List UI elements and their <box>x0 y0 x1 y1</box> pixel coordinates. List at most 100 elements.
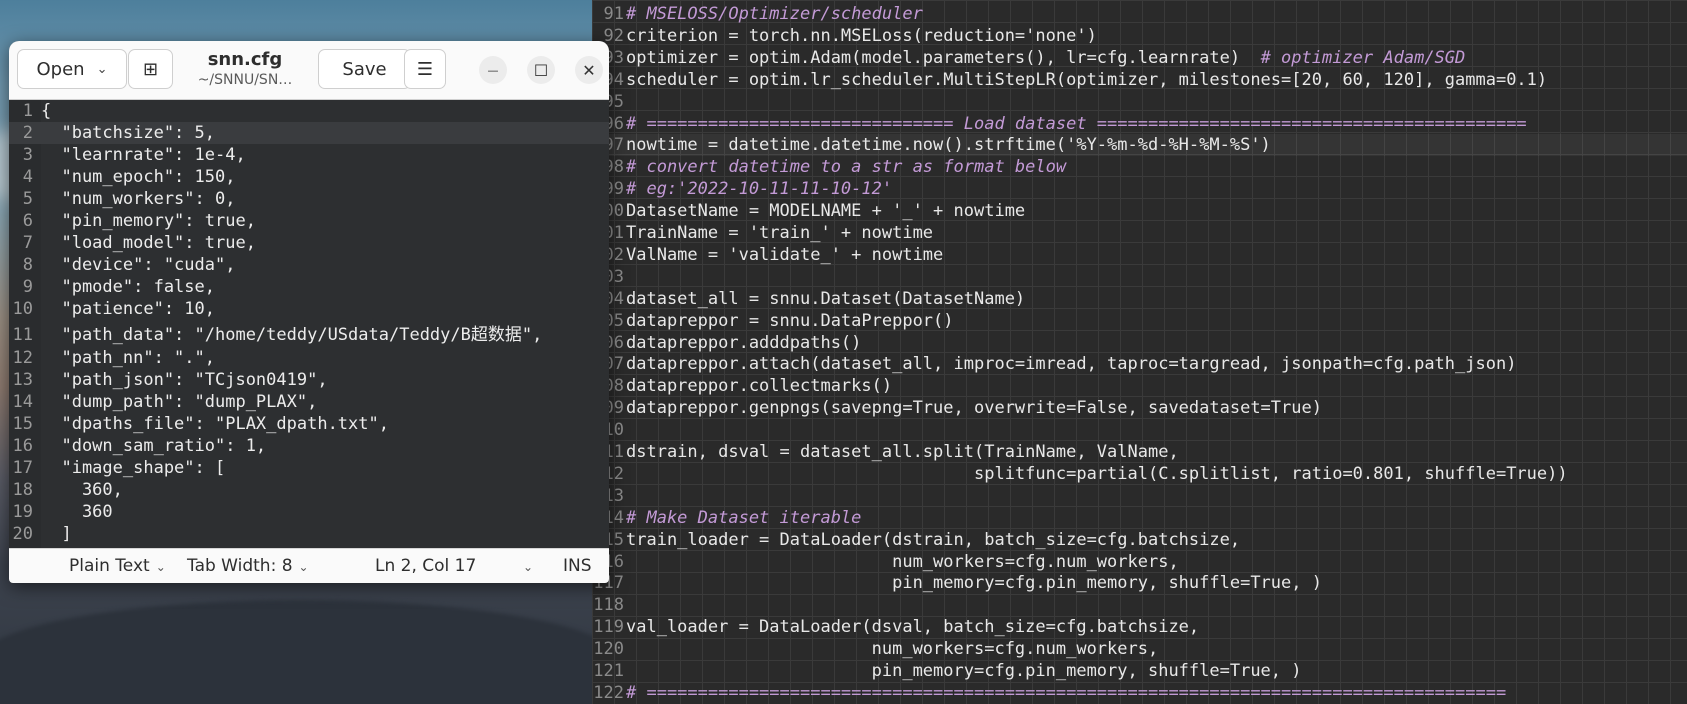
code-line[interactable]: 120 num_workers=cfg.num_workers, <box>592 638 1687 660</box>
editor-line[interactable]: 16 "down_sam_ratio": 1, <box>9 435 609 457</box>
minimize-icon: — <box>487 63 499 77</box>
line-number: 118 <box>593 595 624 616</box>
code-text: dataset_all = snnu.Dataset(DatasetName) <box>626 288 1026 309</box>
code-text: num_workers=cfg.num_workers, <box>626 639 1159 660</box>
code-text: optimizer = optim.Adam(model.parameters(… <box>626 47 1465 69</box>
code-line[interactable]: 119 val_loader = DataLoader(dsval, batch_… <box>592 616 1687 638</box>
line-number: 4 <box>22 167 33 187</box>
code-line[interactable]: 112 splitfunc=partial(C.splitlist, ratio… <box>592 463 1687 485</box>
code-line[interactable]: 118 <box>592 594 1687 616</box>
line-number: 120 <box>593 639 624 660</box>
line-number: 3 <box>22 145 33 165</box>
position-dropdown[interactable]: ⌄ <box>517 556 533 577</box>
tab-width-selector[interactable]: Tab Width: 8 ⌄ <box>187 556 309 577</box>
code-text: pin_memory=cfg.pin_memory, shuffle=True,… <box>626 573 1322 594</box>
language-selector[interactable]: Plain Text ⌄ <box>69 556 166 577</box>
line-number: 13 <box>12 370 33 390</box>
cursor-position[interactable]: Ln 2, Col 17 <box>375 556 476 576</box>
minimize-button[interactable]: — <box>479 56 507 84</box>
editor-line[interactable]: 7 "load_model": true, <box>9 232 609 254</box>
code-line[interactable]: 108datapreppor.collectmarks() <box>592 375 1687 397</box>
code-text: datapreppor.collectmarks() <box>626 376 893 397</box>
close-icon: ✕ <box>582 60 596 80</box>
code-line[interactable]: 102ValName = 'validate_' + nowtime <box>592 244 1687 266</box>
code-editor-background[interactable]: 91 # MSELOSS/Optimizer/scheduler 92 criteri… <box>592 0 1687 704</box>
code-line[interactable]: 96 # ============================== Load … <box>592 113 1687 135</box>
editor-line[interactable]: 19 360 <box>9 501 609 523</box>
editor-line[interactable]: 15 "dpaths_file": "PLAX_dpath.txt", <box>9 413 609 435</box>
file-path: ~/SNNU/SN… <box>197 72 293 88</box>
code-text: datapreppor.attach(dataset_all, improc=i… <box>626 354 1517 375</box>
code-line[interactable]: 105datapreppor = snnu.DataPreppor() <box>592 310 1687 332</box>
code-line[interactable]: 121 pin_memory=cfg.pin_memory, shuffle=T… <box>592 660 1687 682</box>
code-line[interactable]: 100DatasetName = MODELNAME + '_' + nowti… <box>592 200 1687 222</box>
tab-width-label: Tab Width: 8 <box>187 556 293 576</box>
line-text: 360, <box>41 480 123 500</box>
chevron-down-icon: ⌄ <box>155 560 166 574</box>
code-line[interactable]: 117 pin_memory=cfg.pin_memory, shuffle=T… <box>592 572 1687 594</box>
code-line[interactable]: 111dstrain, dsval = dataset_all.split(Tr… <box>592 441 1687 463</box>
editor-line[interactable]: 20 ] <box>9 523 609 545</box>
line-number: 1 <box>22 101 33 121</box>
code-line[interactable]: 91 # MSELOSS/Optimizer/scheduler <box>592 3 1687 25</box>
editor-line[interactable]: 1{ <box>9 100 609 122</box>
editor-line[interactable]: 18 360, <box>9 479 609 501</box>
editor-line[interactable]: 14 "dump_path": "dump_PLAX", <box>9 391 609 413</box>
code-line[interactable]: 95 <box>592 91 1687 113</box>
code-line[interactable]: 101TrainName = 'train_' + nowtime <box>592 222 1687 244</box>
editor-line[interactable]: 2 "batchsize": 5, <box>9 122 609 144</box>
save-button[interactable]: Save <box>318 49 411 89</box>
editor-line[interactable]: 17 "image_shape": [ <box>9 457 609 479</box>
text-area[interactable]: 1{2 "batchsize": 5, 3 "learnrate": 1e-4, 4… <box>9 100 609 548</box>
maximize-icon: ☐ <box>533 60 549 80</box>
open-button[interactable]: Open ⌄ <box>17 49 127 89</box>
hamburger-menu-button[interactable]: ☰ <box>404 49 446 89</box>
insert-mode[interactable]: INS <box>563 556 592 576</box>
code-line[interactable]: 99 # eg:'2022-10-11-11-10-12' <box>592 178 1687 200</box>
line-number: 15 <box>12 414 33 434</box>
editor-line[interactable]: 5 "num_workers": 0, <box>9 188 609 210</box>
line-number: 17 <box>12 458 33 478</box>
line-number: 122 <box>593 682 624 703</box>
code-line[interactable]: 109datapreppor.genpngs(savepng=True, ove… <box>592 397 1687 419</box>
code-line[interactable]: 107datapreppor.attach(dataset_all, impro… <box>592 353 1687 375</box>
line-number: 8 <box>22 255 33 275</box>
line-text: "load_model": true, <box>41 233 256 253</box>
editor-line[interactable]: 12 "path_nn": ".", <box>9 347 609 369</box>
inline-comment: # optimizer Adam/SGD <box>1260 47 1466 68</box>
editor-line[interactable]: 6 "pin_memory": true, <box>9 210 609 232</box>
code-line[interactable]: 113 <box>592 485 1687 507</box>
code-line[interactable]: 92 criterion = torch.nn.MSELoss(reduction… <box>592 25 1687 47</box>
line-number: 5 <box>22 189 33 209</box>
line-number: 12 <box>12 348 33 368</box>
line-number: 20 <box>12 524 33 544</box>
editor-line[interactable]: 13 "path_json": "TCjson0419", <box>9 369 609 391</box>
code-text: # ============================== Load da… <box>626 113 1527 134</box>
new-tab-button[interactable]: ⊞ <box>128 49 173 89</box>
line-text: "image_shape": [ <box>41 458 226 478</box>
editor-line[interactable]: 9 "pmode": false, <box>9 276 609 298</box>
code-line[interactable]: 110 <box>592 419 1687 441</box>
code-line[interactable]: 93 optimizer = optim.Adam(model.parameter… <box>592 47 1687 69</box>
maximize-button[interactable]: ☐ <box>527 56 555 84</box>
code-line[interactable]: 114# Make Dataset iterable <box>592 507 1687 529</box>
line-text: "device": "cuda", <box>41 255 236 275</box>
code-line[interactable]: 116 num_workers=cfg.num_workers, <box>592 551 1687 573</box>
chevron-down-icon: ⌄ <box>523 560 534 574</box>
code-line[interactable]: 97 nowtime = datetime.datetime.now().strf… <box>592 134 1687 157</box>
code-line[interactable]: 94 scheduler = optim.lr_scheduler.MultiSt… <box>592 69 1687 91</box>
line-number: 121 <box>593 661 624 681</box>
editor-line[interactable]: 10 "patience": 10, <box>9 298 609 320</box>
editor-line[interactable]: 8 "device": "cuda", <box>9 254 609 276</box>
editor-line[interactable]: 11 "path_data": "/home/teddy/USdata/Tedd… <box>9 324 609 346</box>
close-button[interactable]: ✕ <box>575 56 603 84</box>
code-line[interactable]: 104dataset_all = snnu.Dataset(DatasetNam… <box>592 288 1687 310</box>
code-line[interactable]: 98 # convert datetime to a str as format … <box>592 156 1687 178</box>
line-number: 11 <box>12 325 33 345</box>
editor-line[interactable]: 3 "learnrate": 1e-4, <box>9 144 609 166</box>
code-line[interactable]: 122 # ===================================… <box>592 682 1687 704</box>
code-line[interactable]: 115train_loader = DataLoader(dstrain, ba… <box>592 529 1687 551</box>
code-line[interactable]: 106datapreppor.adddpaths() <box>592 332 1687 354</box>
code-line[interactable]: 103 <box>592 266 1687 288</box>
editor-line[interactable]: 4 "num_epoch": 150, <box>9 166 609 188</box>
